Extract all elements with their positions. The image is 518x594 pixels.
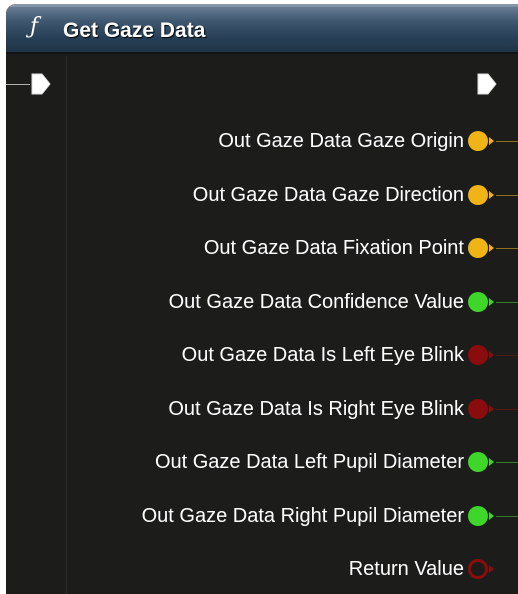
float-pin-icon[interactable] [468, 452, 488, 472]
output-pin-row: Out Gaze Data Gaze Origin [6, 126, 518, 156]
pin-arrow-icon [489, 137, 494, 145]
output-pin-label: Out Gaze Data Gaze Origin [218, 130, 464, 152]
output-pin-row: Out Gaze Data Right Pupil Diameter [6, 501, 518, 531]
output-pin-row: Out Gaze Data Gaze Direction [6, 180, 518, 210]
output-pin-label: Out Gaze Data Gaze Direction [192, 183, 464, 206]
output-pin-label: Out Gaze Data Left Pupil Diameter [154, 451, 464, 473]
pin-arrow-icon [489, 297, 494, 306]
pin-arrow-icon [489, 511, 494, 520]
output-pin-row: Out Gaze Data Left Pupil Diameter [6, 447, 518, 477]
output-pin-label: Out Gaze Data Fixation Point [203, 237, 464, 259]
bool-pin-icon[interactable] [468, 398, 488, 419]
node-header[interactable]: ƒ Get Gaze Data [6, 4, 518, 54]
wire-stub [496, 141, 518, 142]
exec-in-pin-icon[interactable] [30, 72, 52, 96]
output-pin-label: Out Gaze Data Right Pupil Diameter [141, 504, 464, 527]
vector-pin-icon[interactable] [468, 184, 488, 205]
float-pin-icon[interactable] [468, 505, 488, 526]
exec-row [6, 64, 518, 104]
header-highlight [6, 4, 518, 7]
float-pin-icon[interactable] [468, 291, 488, 312]
wire-stub [496, 248, 518, 249]
output-pin-row: Out Gaze Data Is Right Eye Blink [6, 394, 518, 424]
output-pin-label: Out Gaze Data Confidence Value [168, 290, 464, 313]
bool-pin-unconnected-icon[interactable] [468, 559, 488, 579]
output-pin-label: Return Value [348, 558, 464, 580]
pin-arrow-icon [489, 404, 494, 413]
pin-arrow-icon [489, 190, 494, 199]
wire-stub [496, 355, 518, 356]
output-pin-label: Out Gaze Data Is Right Eye Blink [168, 397, 464, 420]
output-pin-label: Out Gaze Data Is Left Eye Blink [181, 344, 464, 366]
exec-out-pin-icon[interactable] [476, 72, 498, 96]
wire-stub [496, 301, 518, 303]
pin-arrow-icon [489, 244, 494, 252]
output-pin-row: Out Gaze Data Fixation Point [6, 233, 518, 263]
output-pin-row: Return Value [6, 554, 518, 584]
vector-pin-icon[interactable] [468, 131, 488, 151]
wire-stub [496, 462, 518, 463]
wire-stub [496, 194, 518, 196]
vector-pin-icon[interactable] [468, 238, 488, 258]
wire-stub [496, 515, 518, 517]
get-gaze-data-node[interactable]: ƒ Get Gaze Data Out Gaze Data Gaze Origi… [6, 4, 518, 594]
output-pin-row: Out Gaze Data Is Left Eye Blink [6, 340, 518, 370]
exec-wire-in [6, 84, 30, 85]
wire-stub [496, 408, 518, 410]
pin-arrow-icon [489, 351, 494, 359]
pin-arrow-icon [489, 458, 494, 466]
function-icon: ƒ [30, 14, 39, 39]
output-pin-row: Out Gaze Data Confidence Value [6, 287, 518, 317]
node-title: Get Gaze Data [63, 19, 206, 42]
bool-pin-icon[interactable] [468, 345, 488, 365]
pin-arrow-icon [489, 565, 494, 573]
